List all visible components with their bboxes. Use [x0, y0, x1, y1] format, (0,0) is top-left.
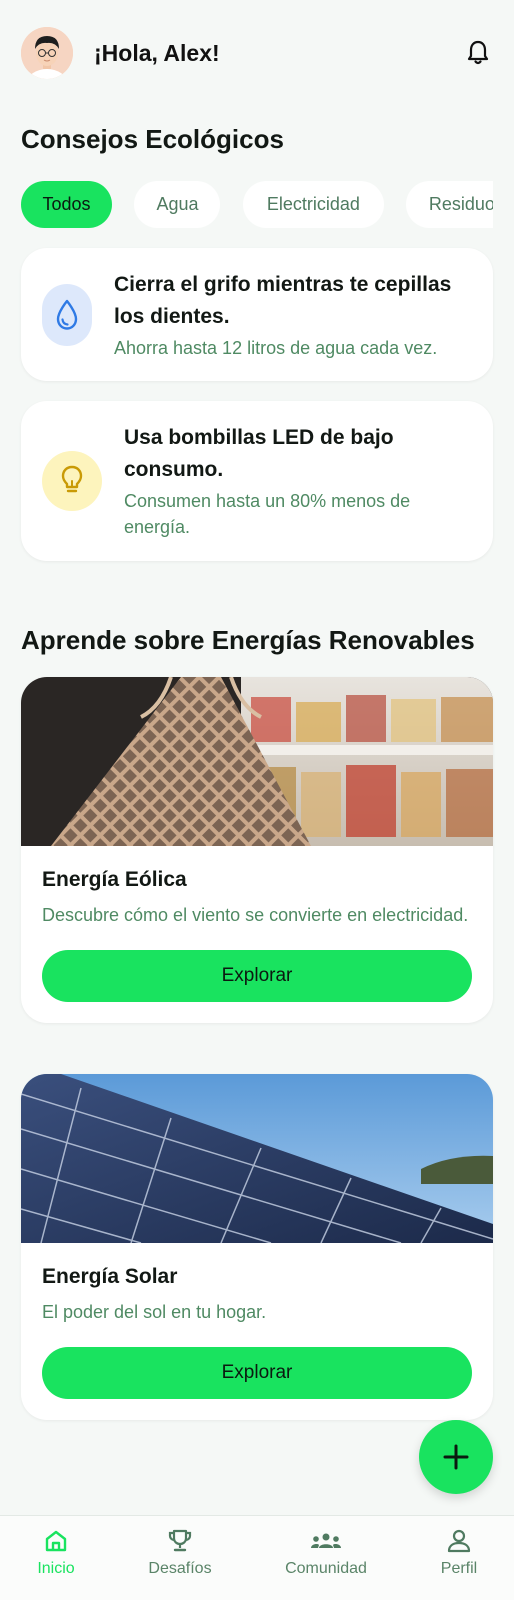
tip-text: Cierra el grifo mientras te cepillas los…: [114, 269, 472, 361]
tips-section-title: Consejos Ecológicos: [21, 124, 284, 154]
nav-label: Perfil: [440, 1560, 478, 1577]
tip-text: Usa bombillas LED de bajo consumo. Consu…: [124, 422, 472, 540]
tip-subtitle: Consumen hasta un 80% menos de energía.: [124, 491, 411, 537]
card-title: Energía Solar: [42, 1265, 178, 1288]
tip-card-led[interactable]: Usa bombillas LED de bajo consumo. Consu…: [21, 401, 493, 561]
home-icon: [45, 1530, 67, 1552]
chip-agua[interactable]: Agua: [134, 181, 221, 228]
avatar-illustration: [21, 27, 73, 79]
person-icon: [447, 1529, 471, 1553]
plus-icon: [443, 1444, 469, 1470]
water-drop-icon: [42, 283, 92, 346]
chip-electricidad[interactable]: Electricidad: [242, 181, 384, 228]
card-description: Descubre cómo el viento se convierte en …: [42, 905, 469, 925]
card-title: Energía Eólica: [42, 868, 187, 891]
lightbulb-icon: [42, 451, 102, 511]
community-icon: [311, 1533, 341, 1548]
bottom-navigation: Inicio Desafíos Comunidad Perfil: [0, 1515, 514, 1600]
add-button[interactable]: [419, 1420, 493, 1494]
card-body: Energía Solar El poder del sol en tu hog…: [21, 1243, 493, 1420]
card-image-solar-panels: [21, 1074, 493, 1243]
card-image-mesh-bag: [21, 677, 493, 846]
nav-item-desafios[interactable]: Desafíos: [142, 1528, 218, 1578]
notification-bell-icon[interactable]: [463, 38, 493, 68]
chip-residuos[interactable]: Residuos: [406, 181, 493, 228]
explore-button[interactable]: Explorar: [42, 950, 472, 1002]
tip-title: Cierra el grifo mientras te cepillas los…: [114, 272, 452, 328]
card-description: El poder del sol en tu hogar.: [42, 1302, 267, 1322]
nav-label: Desafíos: [148, 1560, 212, 1577]
app-header: ¡Hola, Alex!: [0, 0, 514, 106]
card-body: Energía Eólica Descubre cómo el viento s…: [21, 846, 493, 1023]
nav-item-inicio[interactable]: Inicio: [36, 1528, 76, 1578]
tip-subtitle: Ahorra hasta 12 litros de agua cada vez.: [114, 337, 438, 358]
nav-item-comunidad[interactable]: Comunidad: [280, 1528, 372, 1578]
nav-label: Comunidad: [285, 1560, 367, 1577]
learn-card-eolica: Energía Eólica Descubre cómo el viento s…: [21, 677, 493, 1023]
trophy-icon: [168, 1529, 192, 1552]
avatar[interactable]: [21, 27, 73, 79]
nav-label: Inicio: [37, 1560, 75, 1577]
learn-card-solar: Energía Solar El poder del sol en tu hog…: [21, 1074, 493, 1420]
tip-card-water[interactable]: Cierra el grifo mientras te cepillas los…: [21, 248, 493, 381]
learn-section-title: Aprende sobre Energías Renovables: [21, 625, 475, 655]
nav-item-perfil[interactable]: Perfil: [438, 1528, 480, 1578]
explore-button[interactable]: Explorar: [42, 1347, 472, 1399]
category-filter-chips: Todos Agua Electricidad Residuos: [21, 181, 493, 229]
greeting-text: ¡Hola, Alex!: [94, 39, 220, 66]
chip-todos[interactable]: Todos: [21, 181, 112, 228]
tip-title: Usa bombillas LED de bajo consumo.: [124, 426, 394, 481]
